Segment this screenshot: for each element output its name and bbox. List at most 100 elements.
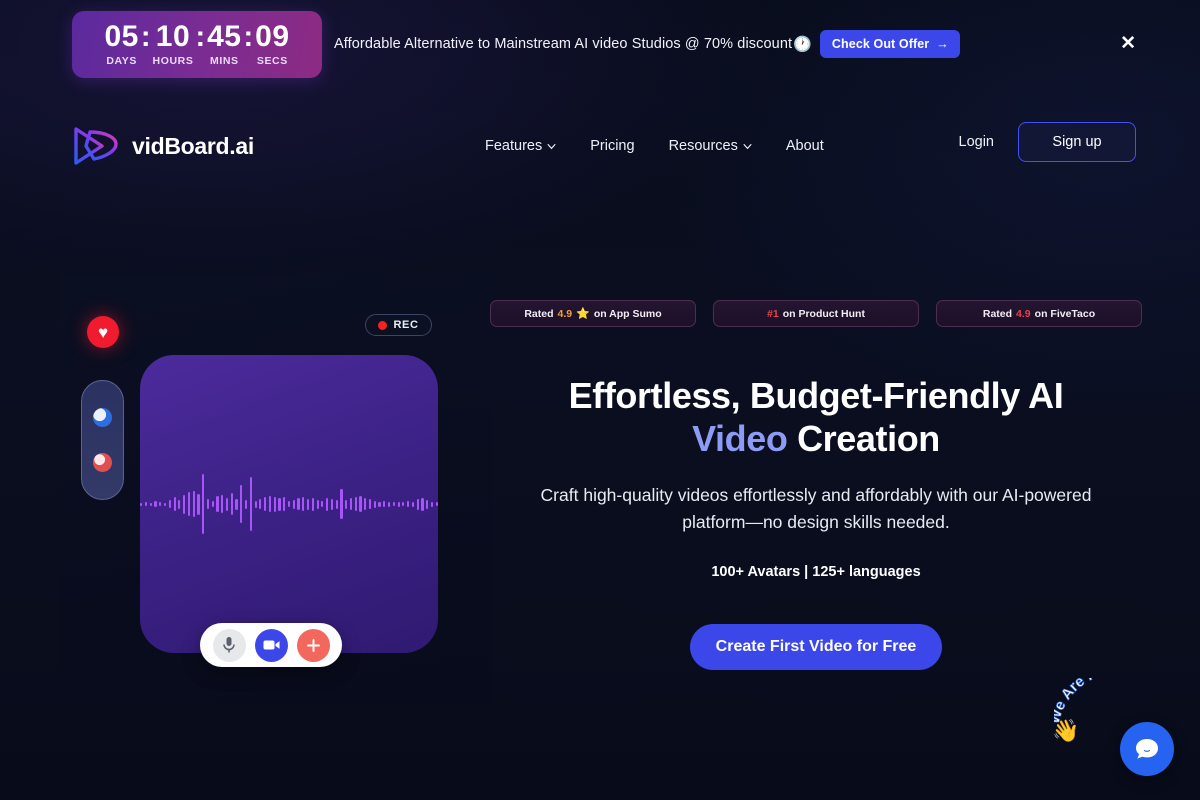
close-icon[interactable]: ✕ (1120, 34, 1136, 53)
plus-icon (306, 638, 320, 652)
waveform-bar (216, 496, 219, 512)
waveform-bar (149, 502, 152, 506)
login-link[interactable]: Login (959, 134, 994, 150)
nav-item-about[interactable]: About (786, 138, 824, 154)
waveform-bar (159, 502, 162, 506)
main-navigation: vidBoard.ai Features Pricing Resources A… (0, 104, 1200, 188)
badge-suffix: on FiveTaco (1034, 307, 1096, 320)
waveform-bar (378, 501, 381, 507)
waveform-bar (435, 502, 438, 506)
waveform-bar (197, 493, 200, 515)
check-out-offer-button[interactable]: Check Out Offer → (819, 30, 960, 58)
countdown-days-value: 05 (104, 19, 139, 53)
waveform-bar (402, 502, 405, 506)
nav-links: Features Pricing Resources About (485, 138, 824, 154)
hero-stats: 100+ Avatars | 125+ languages (711, 564, 921, 580)
countdown-separator: : (140, 20, 151, 53)
headline-line-1: Effortless, Budget-Friendly AI (568, 375, 1064, 416)
video-camera-icon (263, 640, 279, 650)
chevron-down-icon (547, 143, 556, 149)
video-controls-bar (200, 623, 342, 667)
waveform-bar (416, 498, 419, 510)
headline-accent-word: Video (692, 418, 788, 459)
heart-icon: ♥ (87, 316, 119, 348)
arrow-right-icon: → (936, 37, 949, 51)
recording-label: REC (393, 319, 419, 331)
waveform-bar (316, 499, 319, 509)
promo-message-text: Affordable Alternative to Mainstream AI … (334, 36, 793, 52)
countdown-timer: 05 DAYS : 10 HOURS : 45 MINS : 09 SECS (72, 10, 322, 78)
demo-preview-panel: ♥ REC (60, 275, 492, 705)
waveform-bar (430, 501, 434, 507)
badge-product-hunt: #1 on Product Hunt (713, 300, 919, 327)
badge-prefix: Rated (982, 307, 1013, 320)
social-proof-badges: Rated 4.9 ⭐ on App Sumo #1 on Product Hu… (490, 300, 1142, 327)
promo-message-group: Affordable Alternative to Mainstream AI … (334, 30, 960, 58)
countdown-separator: : (195, 20, 206, 53)
star-icon: ⭐ (576, 308, 590, 320)
waveform-bar (354, 497, 357, 511)
waveform-bar (240, 485, 243, 523)
chevron-down-icon (743, 143, 752, 149)
waveform-bar (164, 502, 167, 506)
waveform-bar (235, 498, 238, 510)
waveform-bar (359, 496, 362, 512)
countdown-days: 05 DAYS (103, 19, 139, 67)
microphone-icon (223, 637, 235, 653)
waveform-bar (202, 474, 205, 534)
waveform-bar (249, 477, 252, 531)
waveform-bar (192, 491, 195, 517)
countdown-secs-value: 09 (255, 19, 290, 53)
countdown-mins: 45 MINS (206, 21, 242, 67)
video-preview-card[interactable] (140, 355, 438, 653)
chat-button[interactable] (1120, 722, 1174, 776)
add-button[interactable] (296, 628, 330, 662)
nav-item-features-label: Features (485, 138, 543, 154)
waveform-bar (373, 500, 376, 508)
waveform-bar (330, 498, 333, 510)
waveform-bar (183, 494, 186, 514)
signup-button[interactable]: Sign up (1018, 122, 1136, 162)
waveform-bar (311, 497, 314, 511)
badge-suffix: on Product Hunt (782, 307, 865, 320)
waveform-bar (349, 498, 353, 510)
countdown-secs-label: SECS (256, 54, 288, 67)
badge-value: 4.9 (557, 307, 573, 320)
chat-widget: We Are Here! 👋 (1040, 678, 1190, 788)
hero-headline: Effortless, Budget-Friendly AI Video Cre… (569, 374, 1064, 460)
audio-waveform (140, 429, 438, 579)
waveform-bar (340, 489, 343, 519)
waveform-bar (278, 497, 281, 511)
waveform-bar (421, 497, 424, 511)
waveform-bar (397, 501, 400, 507)
waveform-bar (259, 499, 262, 509)
waveform-bar (154, 501, 157, 507)
countdown-hours: 10 HOURS (152, 21, 195, 67)
waveform-bar (264, 497, 267, 511)
chat-bubble-icon (1136, 739, 1158, 759)
toolbar-cursor-icon[interactable] (93, 408, 112, 427)
check-out-offer-label: Check Out Offer (831, 37, 930, 51)
waveform-bar (283, 497, 286, 511)
waveform-bar (302, 497, 305, 511)
nav-item-resources[interactable]: Resources (669, 138, 752, 154)
waveform-bar (211, 501, 214, 507)
toolbar-marker-icon[interactable] (93, 453, 112, 472)
waveform-bar (187, 492, 190, 516)
camera-button[interactable] (254, 628, 288, 662)
record-dot-icon (378, 320, 388, 330)
countdown-days-label: DAYS (106, 54, 137, 67)
nav-item-features[interactable]: Features (485, 138, 556, 154)
brand-logo[interactable]: vidBoard.ai (72, 124, 254, 168)
waveform-bar (392, 502, 395, 506)
nav-item-pricing[interactable]: Pricing (590, 138, 634, 154)
waveform-bar (368, 499, 372, 509)
waveform-bar (387, 501, 391, 507)
demo-side-toolbar[interactable] (81, 380, 124, 500)
microphone-button[interactable] (212, 628, 246, 662)
countdown-hours-label: HOURS (152, 54, 194, 67)
waveform-bar (411, 501, 414, 507)
headline-line-2: Creation (787, 418, 940, 459)
waveform-bar (364, 498, 367, 510)
create-first-video-button[interactable]: Create First Video for Free (690, 624, 942, 670)
